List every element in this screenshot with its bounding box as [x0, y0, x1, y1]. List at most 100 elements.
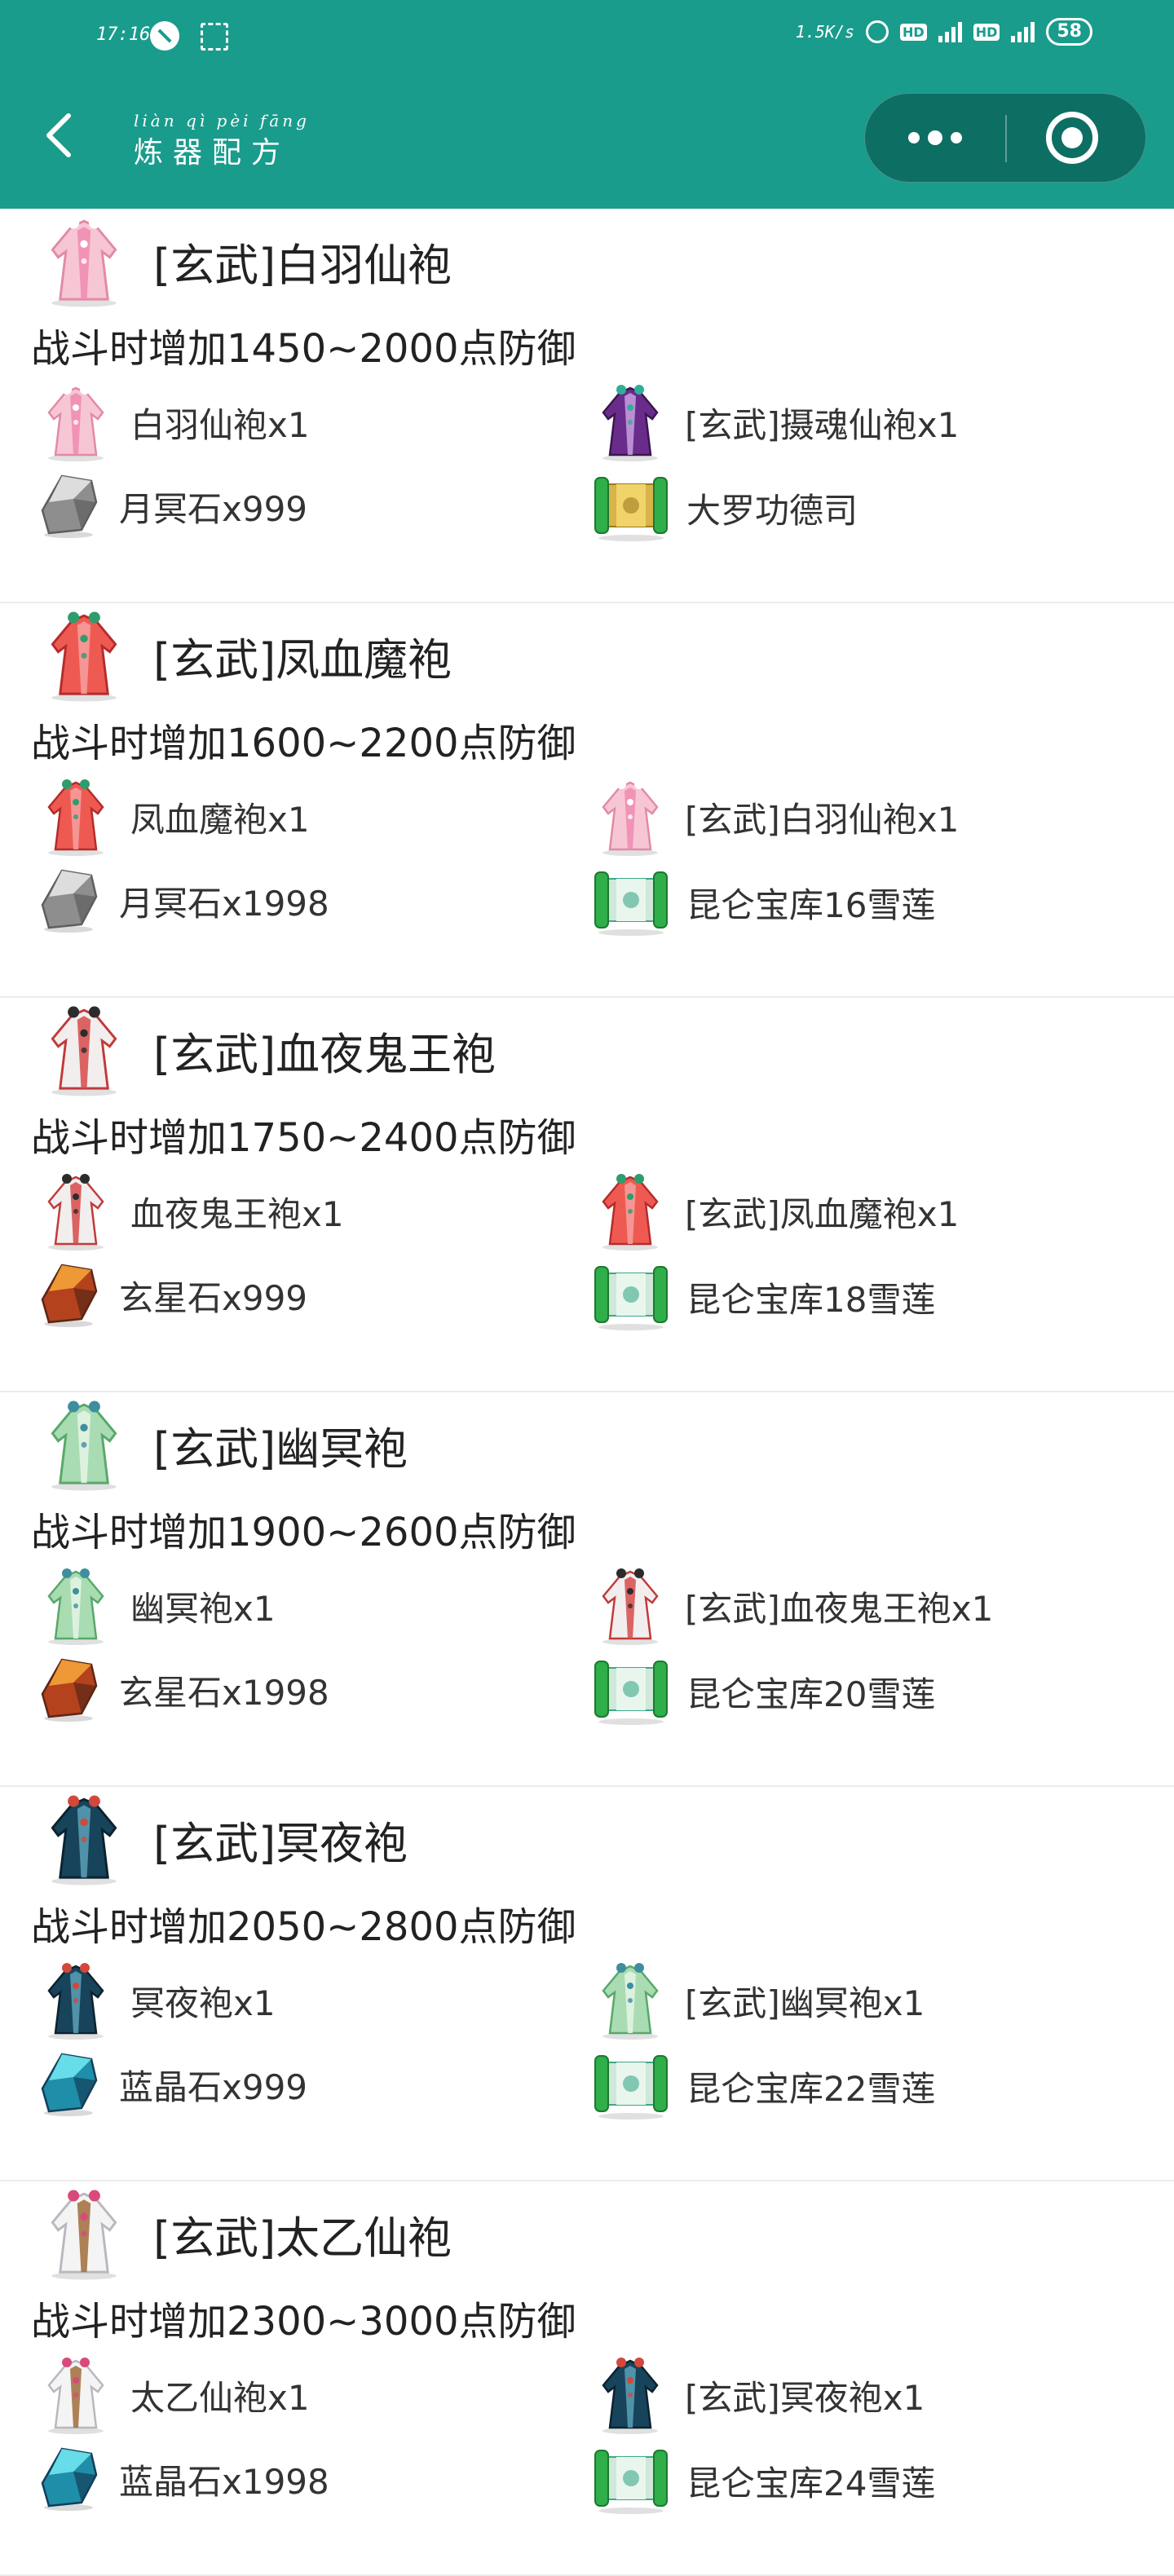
robe-green-icon: [39, 1394, 129, 1495]
robe-ghost-icon: [592, 1564, 669, 1648]
material-label: 冥夜袍x1: [130, 1983, 276, 2023]
material-label: 昆仑宝库16雪莲: [686, 884, 936, 925]
material-label: [玄武]幽冥袍x1: [685, 1983, 925, 2023]
hd-badge: HD: [973, 23, 1000, 41]
material-item: [玄武]血夜鬼王袍x1: [592, 1564, 993, 1648]
stone-blue-icon: [38, 2048, 103, 2121]
material-item: 月冥石x1998: [38, 864, 329, 937]
material-item: [玄武]凤血魔袍x1: [592, 1169, 959, 1254]
material-item: 蓝晶石x999: [38, 2048, 307, 2121]
recipe-card: [玄武]冥夜袍 战斗时增加2050~2800点防御 冥夜袍x1 [玄武]幽冥袍x…: [0, 1787, 1174, 2181]
material-item: [玄武]摄魂仙袍x1: [592, 380, 959, 465]
more-dots-icon[interactable]: [865, 94, 1005, 182]
capsule-divider: [1005, 115, 1007, 162]
stone-gray-icon: [38, 470, 103, 543]
stone-orange-icon: [38, 1259, 103, 1332]
material-label: [玄武]凤血魔袍x1: [685, 1193, 960, 1234]
recipe-name: [玄武]冥夜袍: [153, 1817, 408, 1869]
material-label: 凤血魔袍x1: [130, 799, 310, 840]
robe-ghost-icon: [38, 1169, 114, 1254]
recipe-name: [玄武]太乙仙袍: [153, 2212, 452, 2264]
recipe-card: [玄武]血夜鬼王袍 战斗时增加1750~2400点防御 血夜鬼王袍x1 [玄武]…: [0, 998, 1174, 1392]
material-item: 昆仑宝库22雪莲: [592, 2048, 935, 2124]
material-item: 冥夜袍x1: [38, 1958, 276, 2043]
robe-pink-icon: [592, 774, 669, 859]
signal-icon: [938, 21, 962, 42]
net-speed: 1.5K/s: [795, 22, 855, 42]
material-label: 蓝晶石x999: [119, 2067, 308, 2107]
scroll-green-icon: [592, 2442, 670, 2519]
material-label: 大罗功德司: [686, 490, 858, 531]
material-item: 昆仑宝库18雪莲: [592, 1259, 935, 1335]
material-item: 昆仑宝库16雪莲: [592, 864, 935, 941]
recipe-card: [玄武]白羽仙袍 战斗时增加1450~2000点防御 白羽仙袍x1 [玄武]摄魂…: [0, 209, 1174, 603]
material-item: 玄星石x1998: [38, 1653, 329, 1727]
recipe-list: [玄武]白羽仙袍 战斗时增加1450~2000点防御 白羽仙袍x1 [玄武]摄魂…: [0, 209, 1174, 2576]
material-label: 月冥石x999: [119, 488, 308, 529]
material-item: [玄武]冥夜袍x1: [592, 2353, 925, 2437]
robe-purple-icon: [592, 380, 669, 465]
recipe-header: [玄武]血夜鬼王袍: [39, 999, 496, 1101]
stone-orange-icon: [38, 1653, 103, 1727]
material-item: 玄星石x999: [38, 1259, 307, 1332]
recipe-header: [玄武]幽冥袍: [39, 1394, 408, 1495]
material-label: [玄武]冥夜袍x1: [685, 2377, 925, 2418]
recipe-card: [玄武]幽冥袍 战斗时增加1900~2600点防御 幽冥袍x1 [玄武]血夜鬼王…: [0, 1392, 1174, 1787]
screenshot-icon: [201, 23, 228, 51]
nav-bar: liàn qì pèi fāng 炼器配方: [0, 78, 1174, 209]
recipe-name: [玄武]血夜鬼王袍: [153, 1028, 497, 1080]
signal-icon: [1011, 21, 1035, 42]
recipe-effect: 战斗时增加2050~2800点防御: [31, 1904, 576, 1950]
chevron-left-icon[interactable]: [42, 111, 75, 160]
recipe-effect: 战斗时增加1450~2000点防御: [31, 326, 576, 372]
status-time: 17:16: [96, 24, 151, 45]
app-header: 17:16 1.5K/s HD HD 58 liàn qì pèi fāng 炼…: [0, 0, 1174, 209]
robe-ghost-icon: [39, 999, 129, 1101]
status-right: 1.5K/s HD HD 58: [796, 18, 1092, 46]
robe-pink-icon: [39, 210, 129, 311]
material-label: [玄武]摄魂仙袍x1: [685, 404, 960, 445]
material-label: 昆仑宝库22雪莲: [686, 2068, 936, 2109]
material-label: 玄星石x1998: [119, 1672, 329, 1713]
robe-dark-icon: [39, 1789, 129, 1890]
material-label: 昆仑宝库24雪莲: [686, 2463, 936, 2503]
material-label: 蓝晶石x1998: [119, 2461, 329, 2502]
recipe-header: [玄武]白羽仙袍: [39, 210, 452, 311]
page-title-group: liàn qì pèi fāng 炼器配方: [134, 111, 310, 171]
scroll-green-icon: [592, 1653, 670, 1730]
stone-gray-icon: [38, 864, 103, 937]
material-label: 幽冥袍x1: [130, 1588, 276, 1629]
scroll-gold-icon: [592, 470, 670, 546]
material-label: 昆仑宝库18雪莲: [686, 1279, 936, 1320]
robe-green-icon: [38, 1564, 114, 1648]
page-title-pinyin: liàn qì pèi fāng: [134, 111, 310, 130]
material-label: 月冥石x1998: [119, 883, 329, 924]
robe-dark-icon: [592, 2353, 669, 2437]
recipe-name: [玄武]凤血魔袍: [153, 633, 452, 686]
material-label: 昆仑宝库20雪莲: [686, 1674, 936, 1714]
recipe-header: [玄武]冥夜袍: [39, 1789, 408, 1890]
robe-pink-icon: [38, 380, 114, 465]
battery-icon: 58: [1046, 18, 1092, 46]
material-label: 白羽仙袍x1: [130, 404, 310, 445]
target-close-icon[interactable]: [1046, 112, 1098, 164]
material-item: 幽冥袍x1: [38, 1564, 276, 1648]
hd-badge: HD: [900, 23, 927, 41]
material-label: 太乙仙袍x1: [130, 2377, 310, 2418]
recipe-name: [玄武]幽冥袍: [153, 1423, 408, 1475]
material-item: 月冥石x999: [38, 470, 307, 543]
recipe-name: [玄武]白羽仙袍: [153, 239, 452, 291]
alarm-icon: [866, 20, 889, 43]
material-label: [玄武]白羽仙袍x1: [685, 799, 960, 840]
robe-white-icon: [38, 2353, 114, 2437]
material-item: 昆仑宝库24雪莲: [592, 2442, 935, 2519]
material-item: [玄武]白羽仙袍x1: [592, 774, 959, 859]
page-title: 炼器配方: [134, 136, 291, 170]
material-item: 蓝晶石x1998: [38, 2442, 329, 2516]
recipe-card: [玄武]太乙仙袍 战斗时增加2300~3000点防御 太乙仙袍x1 [玄武]冥夜…: [0, 2181, 1174, 2576]
recipe-effect: 战斗时增加2300~3000点防御: [31, 2299, 576, 2344]
material-label: 玄星石x999: [119, 1277, 308, 1318]
material-item: [玄武]幽冥袍x1: [592, 1958, 925, 2043]
scroll-green-icon: [592, 864, 670, 941]
material-item: 白羽仙袍x1: [38, 380, 310, 465]
